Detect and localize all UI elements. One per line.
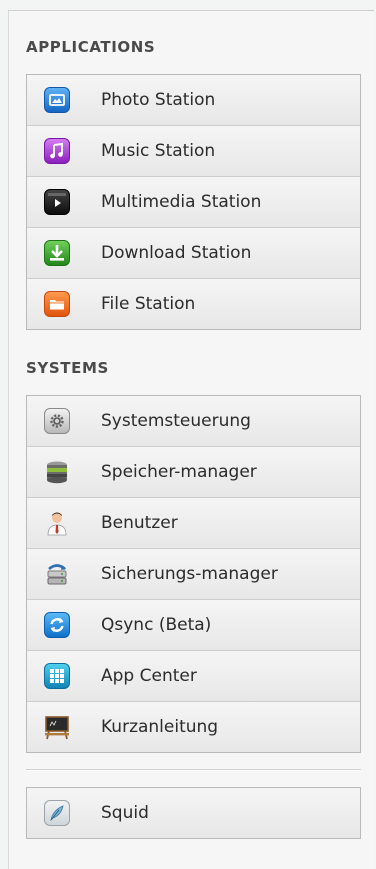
menu-item-label: File Station xyxy=(101,294,196,314)
menu-item-label: Squid xyxy=(101,803,149,823)
feather-icon xyxy=(44,800,70,826)
menu-item-sicherungs-manager[interactable]: Sicherungs-manager xyxy=(27,548,360,599)
menu-item-label: Kurzanleitung xyxy=(101,717,219,737)
menu-item-label: App Center xyxy=(101,666,197,686)
sync-icon xyxy=(44,612,70,638)
menu-item-label: Systemsteuerung xyxy=(101,411,251,431)
folder-icon xyxy=(44,291,70,317)
app-grid-icon xyxy=(44,663,70,689)
menu-item-label: Download Station xyxy=(101,243,252,263)
music-note-icon xyxy=(44,138,70,164)
menu-item-file-station[interactable]: File Station xyxy=(27,278,360,329)
menu-item-multimedia-station[interactable]: Multimedia Station xyxy=(27,176,360,227)
menu-item-label: Music Station xyxy=(101,141,216,161)
menu-item-speicher-manager[interactable]: Speicher-manager xyxy=(27,446,360,497)
menu-item-systemsteuerung[interactable]: Systemsteuerung xyxy=(27,396,360,446)
menu-item-label: Speicher-manager xyxy=(101,462,257,482)
app-menu-panel: APPLICATIONS Photo Station Music Station… xyxy=(8,10,374,869)
menu-item-download-station[interactable]: Download Station xyxy=(27,227,360,278)
systems-list: Systemsteuerung Speicher-manager Benutze… xyxy=(26,395,361,753)
applications-section-title: APPLICATIONS xyxy=(26,38,156,56)
menu-item-label: Benutzer xyxy=(101,513,178,533)
menu-item-app-center[interactable]: App Center xyxy=(27,650,360,701)
photo-icon xyxy=(44,87,70,113)
extras-list: Squid xyxy=(26,787,361,839)
menu-item-squid[interactable]: Squid xyxy=(27,788,360,838)
menu-item-benutzer[interactable]: Benutzer xyxy=(27,497,360,548)
menu-item-qsync[interactable]: Qsync (Beta) xyxy=(27,599,360,650)
download-arrow-icon xyxy=(44,240,70,266)
section-divider xyxy=(26,769,361,771)
systems-section-title: SYSTEMS xyxy=(26,359,109,377)
menu-item-photo-station[interactable]: Photo Station xyxy=(27,75,360,125)
backup-icon xyxy=(44,561,70,587)
gear-icon xyxy=(44,408,70,434)
storage-disk-icon xyxy=(44,459,70,485)
menu-item-label: Photo Station xyxy=(101,90,216,110)
user-icon xyxy=(44,510,70,536)
menu-item-label: Qsync (Beta) xyxy=(101,615,212,635)
play-icon xyxy=(44,189,70,215)
applications-list: Photo Station Music Station Multimedia S… xyxy=(26,74,361,330)
menu-item-label: Sicherungs-manager xyxy=(101,564,278,584)
menu-item-kurzanleitung[interactable]: Kurzanleitung xyxy=(27,701,360,752)
chalkboard-icon xyxy=(44,714,70,740)
menu-item-label: Multimedia Station xyxy=(101,192,262,212)
menu-item-music-station[interactable]: Music Station xyxy=(27,125,360,176)
